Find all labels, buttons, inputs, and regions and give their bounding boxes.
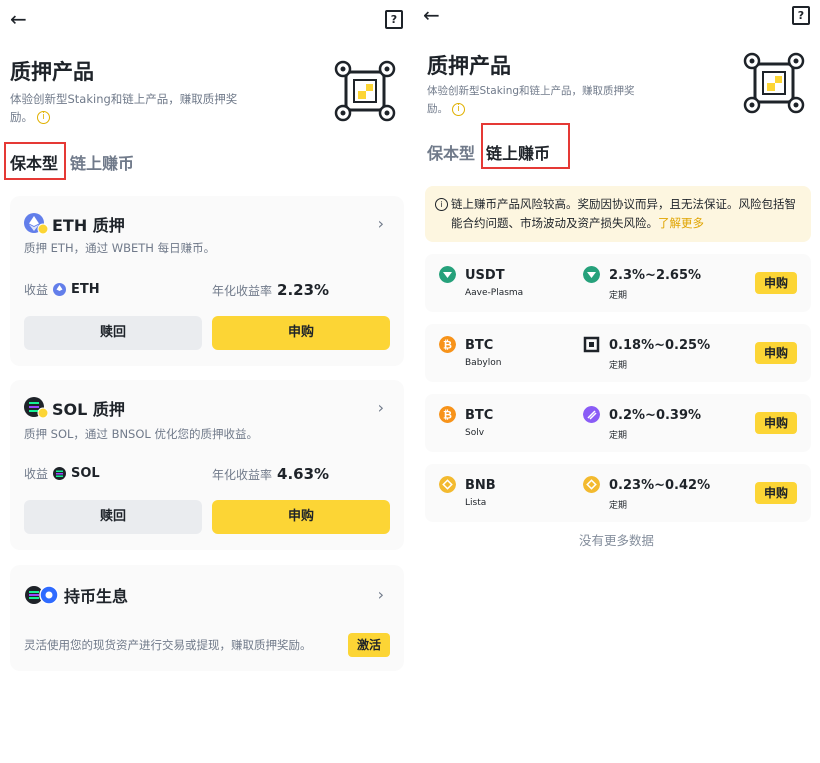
apr-value: 2.23% <box>277 281 330 299</box>
question-book-icon[interactable]: ? <box>792 6 810 25</box>
subscribe-button[interactable]: 申购 <box>755 482 797 504</box>
term-label: 定期 <box>609 361 628 371</box>
coin-symbol: BNB <box>465 478 496 493</box>
apr-row: 年化收益率 4.63% <box>212 465 329 483</box>
info-icon[interactable]: i <box>452 102 465 116</box>
protocol-name: Babylon <box>465 358 502 368</box>
svg-text:₿: ₿ <box>443 409 452 422</box>
bnb-icon <box>439 476 456 493</box>
description-line: 体验创新型Staking和链上产品，赚取质押奖 <box>427 85 635 97</box>
chevron-right-icon[interactable]: › <box>378 398 384 417</box>
lista-icon <box>583 476 600 493</box>
coin-symbol: BTC <box>465 408 494 423</box>
product-row[interactable]: BNB Lista 0.23%~0.42% 定期 申购 <box>425 464 811 522</box>
earn-row: 收益 SOL <box>24 465 100 482</box>
eth-staking-card[interactable]: ETH 质押 › 质押 ETH，通过 WBETH 每日赚币。 收益 ETH 年化… <box>10 196 404 366</box>
staking-logo <box>743 52 805 114</box>
description-line: 励。 <box>10 110 33 124</box>
no-more-data: 没有更多数据 <box>578 533 654 548</box>
apr-value: 4.63% <box>277 465 330 483</box>
sol-staking-card[interactable]: SOL 质押 › 质押 SOL，通过 BNSOL 优化您的质押收益。 收益 SO… <box>10 380 404 550</box>
earn-label: 收益 <box>24 283 49 297</box>
earn-coin: SOL <box>71 466 100 481</box>
svg-text:₿: ₿ <box>443 339 452 352</box>
left-panel: ← ? 质押产品 体验创新型Staking和链上产品，赚取质押奖 励。 i 保本型… <box>0 0 413 763</box>
apr-label: 年化收益率 <box>212 467 273 482</box>
card-description: 灵活使用您的现货资产进行交易或提现，赚取质押奖励。 <box>24 638 312 652</box>
eth-icon <box>24 213 48 235</box>
btc-icon: ₿ <box>439 336 456 353</box>
earn-coin: ETH <box>71 282 100 297</box>
redeem-button[interactable]: 赎回 <box>24 316 202 350</box>
question-book-icon[interactable]: ? <box>385 10 403 29</box>
subscribe-button[interactable]: 申购 <box>212 500 390 534</box>
rate-value: 2.3%~2.65% <box>609 268 702 283</box>
top-bar: ← ? <box>10 8 403 30</box>
term-label: 定期 <box>609 291 628 301</box>
product-row[interactable]: USDT Aave-Plasma 2.3%~2.65% 定期 申购 <box>425 254 811 312</box>
page-title: 质押产品 <box>10 60 94 84</box>
rate-value: 0.2%~0.39% <box>609 408 702 423</box>
subscribe-button[interactable]: 申购 <box>755 412 797 434</box>
description-line: 体验创新型Staking和链上产品，赚取质押奖 <box>10 92 238 106</box>
protocol-name: Solv <box>465 428 485 438</box>
rate-value: 0.23%~0.42% <box>609 478 711 493</box>
notice-text: 链上赚币产品风险较高。奖励因协议而异，且无法保证。风险包括智能合约问题、市场波动… <box>451 197 796 230</box>
card-title: 持币生息 <box>64 587 129 606</box>
term-label: 定期 <box>609 501 628 511</box>
subscribe-button[interactable]: 申购 <box>212 316 390 350</box>
protocol-name: Aave-Plasma <box>465 288 524 298</box>
apr-row: 年化收益率 2.23% <box>212 281 329 299</box>
card-title: ETH 质押 <box>52 216 125 235</box>
coin-symbol: USDT <box>465 268 505 283</box>
arrow-left-icon[interactable]: ← <box>423 4 440 26</box>
aave-icon <box>583 266 600 283</box>
page-description: 体验创新型Staking和链上产品，赚取质押奖 励。 i <box>427 82 635 118</box>
highlight-box <box>481 123 570 169</box>
coin-symbol: BTC <box>465 338 494 353</box>
chevron-right-icon[interactable]: › <box>378 585 384 604</box>
card-description: 质押 SOL，通过 BNSOL 优化您的质押收益。 <box>24 427 258 441</box>
learn-more-link[interactable]: 了解更多 <box>658 216 704 230</box>
subscribe-button[interactable]: 申购 <box>755 272 797 294</box>
rate-value: 0.18%~0.25% <box>609 338 711 353</box>
chevron-right-icon[interactable]: › <box>378 214 384 233</box>
sol-icon <box>24 397 48 419</box>
highlight-box <box>4 142 66 180</box>
page-description: 体验创新型Staking和链上产品，赚取质押奖 励。 i <box>10 90 237 126</box>
term-label: 定期 <box>609 431 628 441</box>
product-row[interactable]: ₿ BTC Solv 0.2%~0.39% 定期 申购 <box>425 394 811 452</box>
usdt-icon <box>439 266 456 283</box>
card-title: SOL 质押 <box>52 400 125 419</box>
apr-label: 年化收益率 <box>212 283 273 298</box>
tab-onchain-earn[interactable]: 链上赚币 <box>70 150 134 174</box>
activate-button[interactable]: 激活 <box>348 633 390 657</box>
product-row[interactable]: ₿ BTC Babylon 0.18%~0.25% 定期 申购 <box>425 324 811 382</box>
right-panel: ← ? 质押产品 体验创新型Staking和链上产品，赚取质押奖 励。 i 保本型… <box>413 0 820 763</box>
info-icon[interactable]: i <box>37 111 50 124</box>
subscribe-button[interactable]: 申购 <box>755 342 797 364</box>
protocol-name: Lista <box>465 498 487 508</box>
tab-principal-protected[interactable]: 保本型 <box>427 140 475 164</box>
staking-logo <box>334 60 396 122</box>
earn-row: 收益 ETH <box>24 281 100 298</box>
arrow-left-icon[interactable]: ← <box>10 8 27 30</box>
card-description: 质押 ETH，通过 WBETH 每日赚币。 <box>24 241 216 255</box>
page-title: 质押产品 <box>427 54 511 78</box>
btc-icon: ₿ <box>439 406 456 423</box>
redeem-button[interactable]: 赎回 <box>24 500 202 534</box>
hold-earn-card[interactable]: 持币生息 › 灵活使用您的现货资产进行交易或提现，赚取质押奖励。 激活 <box>10 565 404 671</box>
multi-coin-icon <box>25 585 59 605</box>
eth-icon <box>53 283 67 296</box>
earn-label: 收益 <box>24 467 49 481</box>
info-icon: i <box>435 198 448 211</box>
top-bar: ← ? <box>423 4 810 30</box>
solv-icon <box>583 406 600 423</box>
risk-notice: i 链上赚币产品风险较高。奖励因协议而异，且无法保证。风险包括智能合约问题、市场… <box>425 186 811 242</box>
sol-icon <box>53 467 67 480</box>
description-line: 励。 <box>427 103 448 115</box>
babylon-icon <box>583 336 600 353</box>
